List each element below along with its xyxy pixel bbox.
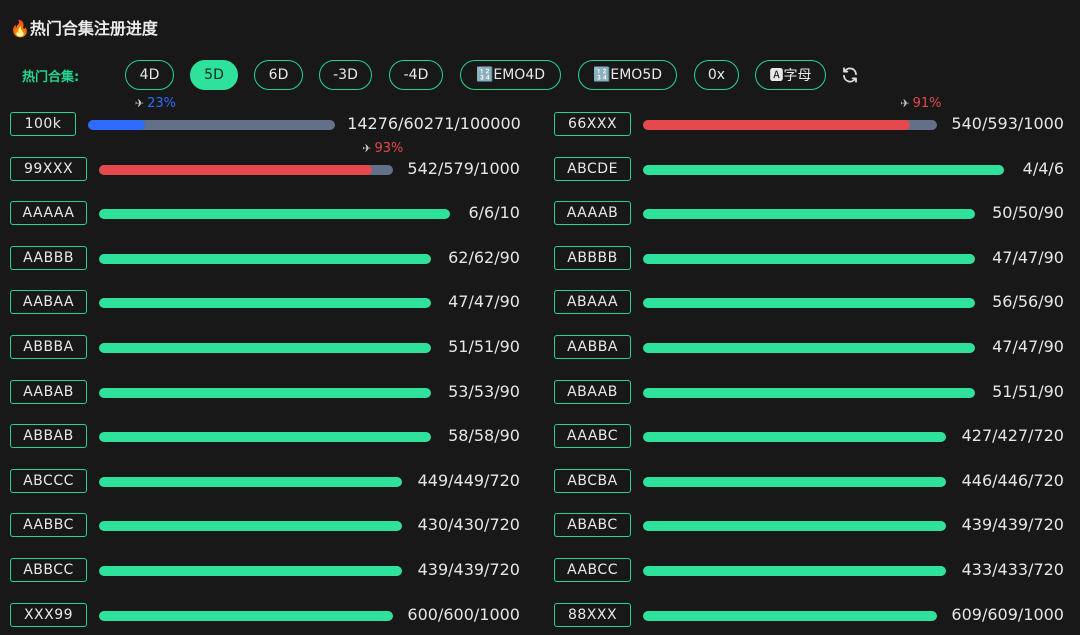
collection-count: 4/4/6 bbox=[1022, 158, 1064, 178]
collection-count: 609/609/1000 bbox=[951, 604, 1064, 624]
collection-tag[interactable]: AAAAB bbox=[554, 201, 631, 226]
plane-icon: ✈ bbox=[900, 97, 910, 110]
progress-fill bbox=[643, 164, 1004, 175]
progress-bar bbox=[643, 164, 1004, 175]
page-title: 🔥热门合集注册进度 bbox=[10, 19, 158, 38]
progress-percent-text: 93% bbox=[374, 140, 404, 156]
collection-row: AAABC 427/427/720 bbox=[0, 422, 1080, 452]
progress-bar bbox=[643, 343, 976, 353]
collection-tag[interactable]: AABBA bbox=[554, 335, 631, 359]
collection-row: ABAAB 51/51/90 bbox=[0, 378, 1080, 408]
collection-row: AABBA 47/47/90 bbox=[0, 333, 1080, 363]
collection-tag[interactable]: ABCDE bbox=[554, 156, 631, 181]
progress-fill bbox=[643, 253, 976, 264]
filter-chip[interactable]: 🅰字母 bbox=[755, 60, 826, 90]
progress-percent-label: ✈ 91% bbox=[900, 96, 941, 111]
filter-chip[interactable]: 🔢EMO4D bbox=[460, 60, 561, 90]
filter-label: 热门合集: bbox=[22, 70, 80, 85]
progress-percent-text: 91% bbox=[912, 96, 942, 111]
collection-tag[interactable]: AAABC bbox=[554, 424, 631, 449]
collection-row: ABCBA 446/446/720 bbox=[0, 467, 1080, 497]
filter-chip[interactable]: 4D bbox=[125, 60, 174, 90]
progress-bar bbox=[643, 566, 947, 576]
progress-bar bbox=[643, 298, 976, 309]
collection-row: AAAAB 50/50/90 bbox=[0, 199, 1080, 229]
plane-icon: ✈ bbox=[362, 141, 372, 155]
progress-fill bbox=[643, 387, 976, 398]
plane-icon: ✈ bbox=[134, 97, 145, 110]
filter-chip[interactable]: 0x bbox=[694, 60, 739, 90]
collection-row: AABCC 433/433/720 bbox=[0, 556, 1080, 586]
collection-tag[interactable]: ABAAA bbox=[554, 290, 631, 315]
filter-chip[interactable]: 5D bbox=[190, 60, 238, 90]
progress-bar bbox=[643, 521, 947, 532]
collection-row: ABAAA 56/56/90 bbox=[0, 288, 1080, 318]
filter-chip[interactable]: -4D bbox=[389, 60, 443, 90]
progress-bar bbox=[643, 387, 976, 398]
progress-bar bbox=[643, 209, 976, 220]
collection-count: 427/427/720 bbox=[961, 426, 1064, 446]
refresh-icon[interactable] bbox=[841, 66, 859, 84]
collection-tag[interactable]: 88XXX bbox=[554, 602, 631, 627]
progress-bar bbox=[643, 432, 947, 443]
filter-chip[interactable]: 🔢EMO5D bbox=[578, 60, 677, 90]
collection-count: 51/51/90 bbox=[992, 381, 1064, 401]
collection-tag[interactable]: AABCC bbox=[554, 558, 631, 582]
progress-fill bbox=[643, 120, 911, 130]
progress-fill bbox=[643, 298, 976, 309]
progress-percent-label: ✈ 93% bbox=[362, 141, 403, 156]
collection-row: ABCDE 4/4/6 bbox=[0, 155, 1080, 185]
collection-tag[interactable]: ABBBB bbox=[554, 245, 631, 270]
progress-fill bbox=[643, 476, 947, 487]
progress-percent-label: ✈ 23% bbox=[135, 96, 176, 111]
filter-chip[interactable]: 6D bbox=[254, 60, 303, 90]
progress-fill bbox=[643, 610, 937, 621]
collection-row: ABBBB 47/47/90 bbox=[0, 244, 1080, 274]
progress-fill bbox=[643, 566, 947, 576]
collection-count: 540/593/1000 bbox=[951, 114, 1064, 133]
collection-count: 47/47/90 bbox=[992, 337, 1064, 356]
progress-fill bbox=[643, 432, 947, 443]
progress-percent-text: 23% bbox=[147, 96, 176, 111]
collection-count: 50/50/90 bbox=[992, 203, 1064, 223]
collection-count: 47/47/90 bbox=[992, 247, 1064, 267]
collection-row: 88XXX 609/609/1000 bbox=[0, 601, 1080, 631]
collection-count: 446/446/720 bbox=[961, 470, 1064, 490]
collection-count: 439/439/720 bbox=[961, 515, 1064, 535]
progress-bar bbox=[643, 253, 976, 264]
progress-fill bbox=[643, 209, 976, 220]
filter-chip[interactable]: -3D bbox=[319, 60, 372, 90]
collection-tag[interactable]: ABABC bbox=[554, 513, 631, 538]
progress-bar bbox=[643, 120, 937, 130]
progress-bar bbox=[643, 610, 937, 621]
collection-row: 66XXX 540/593/1000 ✈ 91% bbox=[0, 96, 1080, 140]
collection-row: ABABC 439/439/720 bbox=[0, 511, 1080, 541]
progress-bar bbox=[643, 476, 947, 487]
collection-tag[interactable]: ABAAB bbox=[554, 379, 631, 404]
collection-tag[interactable]: 66XXX bbox=[554, 112, 631, 136]
progress-fill bbox=[643, 343, 976, 353]
collection-count: 56/56/90 bbox=[992, 292, 1064, 312]
collection-tag[interactable]: ABCBA bbox=[554, 468, 631, 493]
progress-fill bbox=[643, 521, 947, 532]
collection-count: 433/433/720 bbox=[961, 560, 1064, 579]
